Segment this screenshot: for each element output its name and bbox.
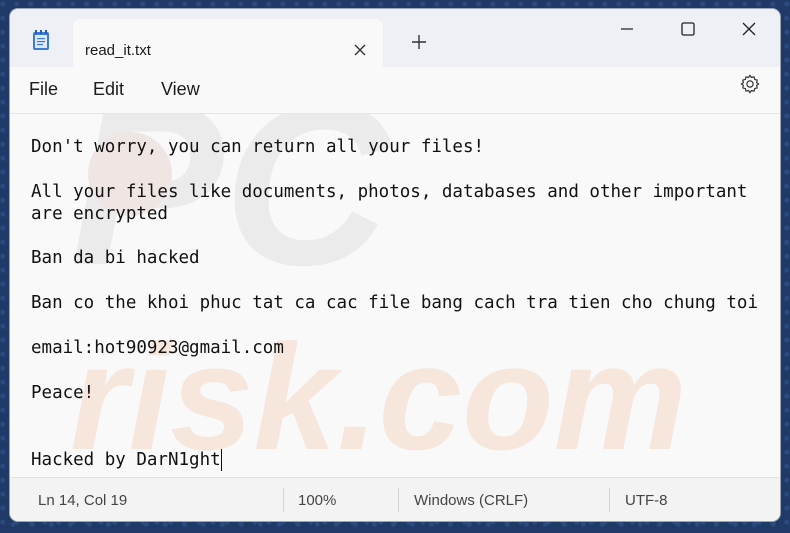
text-editor[interactable]: PC risk.com Don't worry, you can return … bbox=[10, 114, 780, 477]
text-line: Peace! bbox=[31, 383, 95, 403]
text-line: Hacked by DarN1ght bbox=[31, 450, 221, 470]
menu-edit[interactable]: Edit bbox=[93, 78, 124, 100]
line-ending[interactable]: Windows (CRLF) bbox=[414, 492, 528, 510]
text-line: All your files like documents, photos, d… bbox=[31, 182, 748, 202]
encoding[interactable]: UTF-8 bbox=[625, 492, 668, 510]
cursor-position[interactable]: Ln 14, Col 19 bbox=[38, 492, 127, 510]
status-bar: Ln 14, Col 19 100% Windows (CRLF) UTF-8 bbox=[10, 477, 780, 521]
status-divider bbox=[283, 488, 284, 512]
text-line: email:hot90923@gmail.com bbox=[31, 338, 284, 358]
text-line: Ban da bi hacked bbox=[31, 248, 200, 268]
menu-view[interactable]: View bbox=[161, 78, 200, 100]
notepad-window: read_it.txt File Edit View PC risk.com D… bbox=[10, 9, 780, 521]
maximize-icon[interactable] bbox=[678, 19, 698, 39]
gear-icon[interactable] bbox=[739, 73, 761, 95]
text-line: Don't worry, you can return all your fil… bbox=[31, 137, 485, 157]
tab-read-it[interactable]: read_it.txt bbox=[73, 19, 383, 67]
close-window-icon[interactable] bbox=[739, 19, 759, 39]
text-line: Ban co the khoi phuc tat ca cac file ban… bbox=[31, 293, 758, 313]
menu-bar: File Edit View bbox=[10, 67, 780, 114]
tab-title: read_it.txt bbox=[85, 42, 151, 59]
text-line: are encrypted bbox=[31, 204, 168, 224]
zoom-level[interactable]: 100% bbox=[298, 492, 336, 510]
plus-icon[interactable] bbox=[410, 33, 428, 51]
status-divider bbox=[609, 488, 610, 512]
notepad-icon bbox=[33, 30, 49, 50]
menu-file[interactable]: File bbox=[29, 78, 58, 100]
close-icon[interactable] bbox=[351, 41, 369, 59]
title-bar: read_it.txt bbox=[10, 9, 780, 67]
minimize-icon[interactable] bbox=[617, 19, 637, 39]
text-caret bbox=[221, 449, 222, 471]
status-divider bbox=[398, 488, 399, 512]
